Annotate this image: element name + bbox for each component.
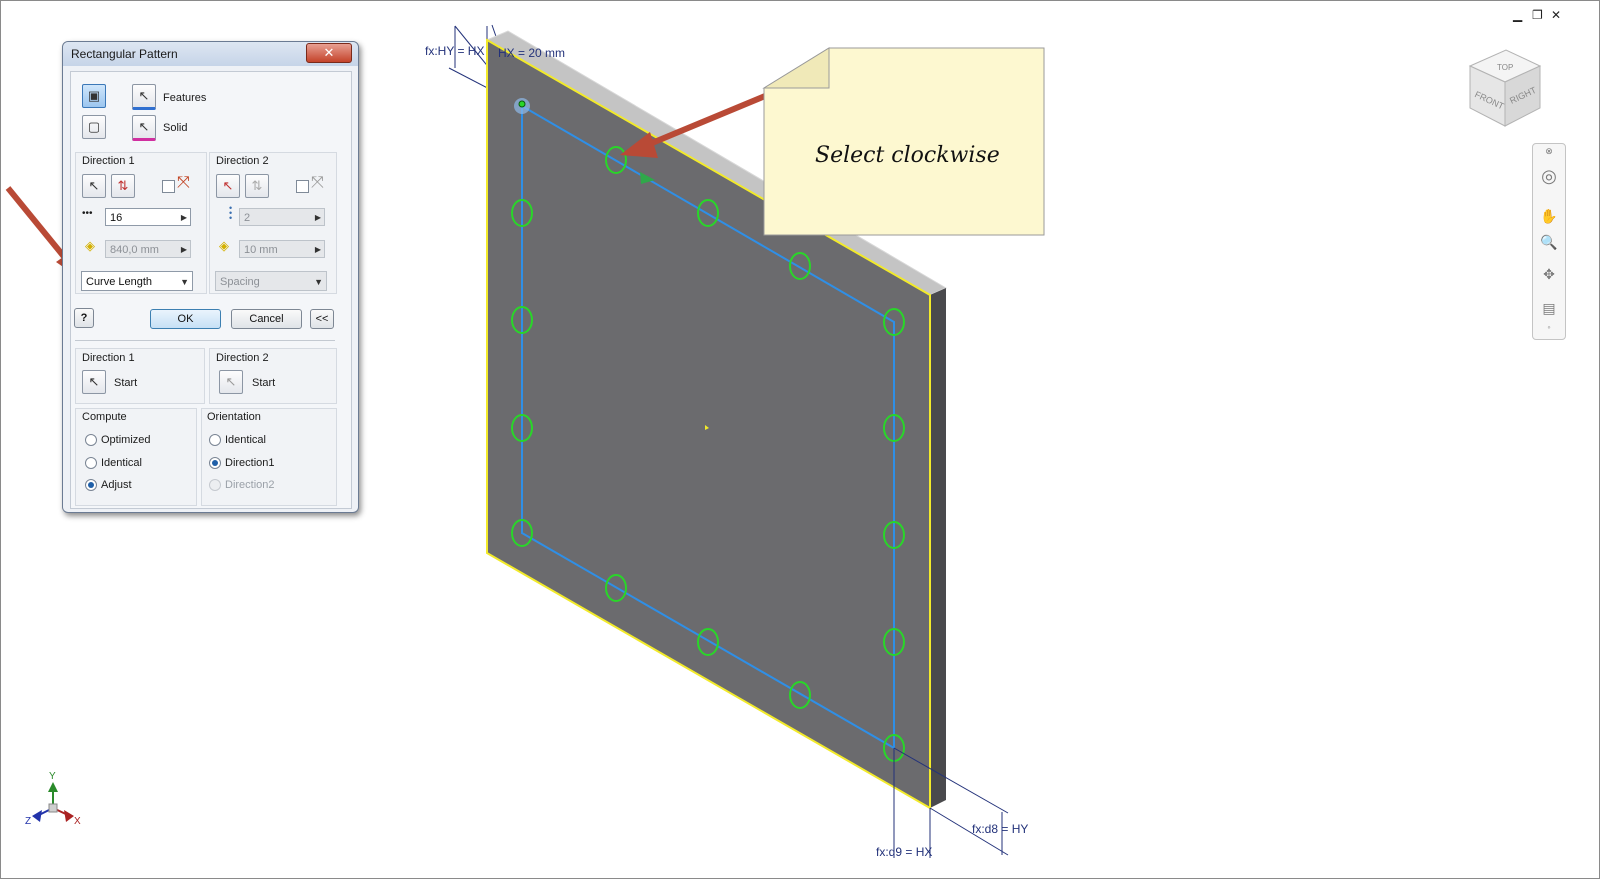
compute-optimized-radio[interactable] xyxy=(85,434,97,446)
orientation-direction2-label: Direction2 xyxy=(225,479,275,491)
navbar-options-icon[interactable]: ◦ xyxy=(1538,322,1560,332)
compute-identical-label: Identical xyxy=(101,457,142,469)
solid-select-icon[interactable]: ↖ xyxy=(132,115,156,141)
solid-label: Solid xyxy=(163,122,188,134)
orientation-identical-label: Identical xyxy=(225,434,266,446)
pattern-solid-mode-icon[interactable]: ▢ xyxy=(82,115,106,139)
start-direction2-title: Direction 2 xyxy=(216,352,269,364)
direction2-midplane-checkbox[interactable] xyxy=(296,180,309,193)
compute-adjust-radio[interactable] xyxy=(85,479,97,491)
viewcube[interactable]: TOP FRONT RIGHT xyxy=(1468,49,1542,127)
direction2-spacing-dropdown[interactable]: Spacing ▼ xyxy=(215,271,327,291)
pan-icon[interactable]: ✋ xyxy=(1538,208,1560,225)
direction2-midplane-icon: ⤧ xyxy=(311,174,324,191)
ok-button[interactable]: OK xyxy=(150,309,221,329)
direction1-title: Direction 1 xyxy=(82,155,135,167)
length-icon: ◈ xyxy=(85,238,95,253)
start-direction1-select-icon[interactable]: ↖ xyxy=(82,370,106,394)
dimension-bottom-right[interactable]: fx:d8 = HY xyxy=(972,822,1028,836)
orientation-direction2-radio[interactable] xyxy=(209,479,221,491)
axis-triad xyxy=(32,782,74,822)
dialog-title: Rectangular Pattern xyxy=(71,47,178,61)
features-label: Features xyxy=(163,92,207,104)
viewcube-top-label: TOP xyxy=(1497,63,1513,72)
navbar-close-icon[interactable]: ⊗ xyxy=(1538,146,1560,157)
callout-note xyxy=(762,47,1045,236)
help-button[interactable]: ? xyxy=(74,308,94,328)
direction2-title: Direction 2 xyxy=(216,155,269,167)
orientation-direction1-radio[interactable] xyxy=(209,457,221,469)
steering-wheel-icon[interactable]: ◎ xyxy=(1538,166,1560,187)
navigation-bar: ⊗ ◎ ✋ 🔍 ✥ ▤ ◦ xyxy=(1532,143,1566,340)
callout-note-text: Select clockwise xyxy=(815,143,1000,168)
start-direction1-label: Start xyxy=(114,377,138,389)
dialog-separator xyxy=(75,340,335,341)
dialog-close-button[interactable]: ✕ xyxy=(306,43,352,63)
start-direction1-title: Direction 1 xyxy=(82,352,135,364)
direction1-path-select-icon[interactable]: ↖ xyxy=(82,174,106,198)
direction1-midplane-icon: ⤧ xyxy=(177,174,190,191)
compute-title: Compute xyxy=(82,411,127,423)
dialog-titlebar[interactable]: Rectangular Pattern ✕ xyxy=(63,42,358,66)
compute-identical-radio[interactable] xyxy=(85,457,97,469)
count-icon: ••• xyxy=(82,208,93,219)
direction2-count-input[interactable]: 2 ▶ xyxy=(239,208,325,226)
dialog-body: ▣ ▢ ↖ Features ↖ Solid Direction 1 ↖ ⇅ ⤧… xyxy=(70,71,352,509)
direction1-spacing-dropdown[interactable]: Curve Length ▼ xyxy=(81,271,193,291)
direction1-midplane-checkbox[interactable] xyxy=(162,180,175,193)
dimension-top-left[interactable]: fx:HY = HX xyxy=(425,44,484,58)
direction2-flip-icon[interactable]: ⇅ xyxy=(245,174,269,198)
orientation-title: Orientation xyxy=(207,411,261,423)
dimension-bottom[interactable]: fx:d9 = HX xyxy=(876,845,932,859)
direction1-count-input[interactable]: 16 ▶ xyxy=(105,208,191,226)
start-direction2-select-icon[interactable]: ↖ xyxy=(219,370,243,394)
zoom-icon[interactable]: 🔍 xyxy=(1538,234,1560,251)
orbit-icon[interactable]: ✥ xyxy=(1538,266,1560,283)
direction1-length-input[interactable]: 840,0 mm ▶ xyxy=(105,240,191,258)
rectangular-pattern-dialog: Rectangular Pattern ✕ ▣ ▢ ↖ Features ↖ S… xyxy=(62,41,359,513)
direction2-length-input[interactable]: 10 mm ▶ xyxy=(239,240,325,258)
orientation-direction1-label: Direction1 xyxy=(225,457,275,469)
pattern-features-mode-icon[interactable]: ▣ xyxy=(82,84,106,108)
axis-z-label: Z xyxy=(25,816,32,827)
direction1-flip-icon[interactable]: ⇅ xyxy=(111,174,135,198)
view-face-icon[interactable]: ▤ xyxy=(1538,300,1560,317)
axis-y-label: Y xyxy=(49,771,56,782)
dimension-top[interactable]: HX = 20 mm xyxy=(498,46,565,60)
cancel-button[interactable]: Cancel xyxy=(231,309,302,329)
collapse-button[interactable]: << xyxy=(310,309,334,329)
count2-icon: • • • xyxy=(229,203,233,223)
direction2-path-select-icon[interactable]: ↖ xyxy=(216,174,240,198)
plate-side-face xyxy=(930,288,946,808)
features-select-icon[interactable]: ↖ xyxy=(132,84,156,110)
start-direction2-label: Start xyxy=(252,377,276,389)
length2-icon: ◈ xyxy=(219,238,229,253)
compute-optimized-label: Optimized xyxy=(101,434,151,446)
start-point-marker xyxy=(518,100,526,108)
axis-x-label: X xyxy=(74,816,81,827)
compute-adjust-label: Adjust xyxy=(101,479,132,491)
orientation-identical-radio[interactable] xyxy=(209,434,221,446)
